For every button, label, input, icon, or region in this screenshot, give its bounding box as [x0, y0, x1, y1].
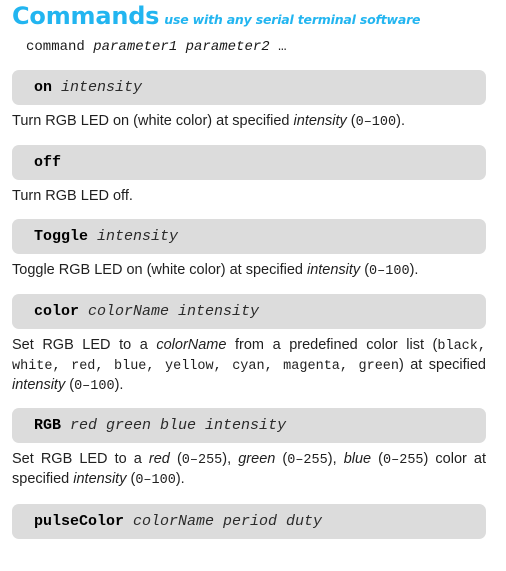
command-arguments: colorName period duty [133, 513, 323, 530]
description-fragment: from a predefined color list ( [226, 336, 438, 353]
description-fragment: ). [396, 113, 405, 130]
command-signature-bar[interactable]: off [12, 145, 486, 180]
description-fragment: green [238, 451, 276, 468]
description-fragment: ( [360, 262, 370, 279]
description-fragment: ( [65, 376, 75, 393]
command-description: Turn RGB LED on (white color) at specifi… [12, 112, 486, 132]
command-signature-bar[interactable]: color colorName intensity [12, 293, 486, 329]
command-section: pulseColor colorName period duty [0, 504, 506, 539]
description-fragment: ( [275, 451, 288, 468]
syntax-usage-line: command parameter1 parameter2 … [26, 38, 506, 56]
command-section: on intensity Turn RGB LED on (white color… [0, 70, 506, 132]
description-fragment: Turn RGB LED on (white color) at specifi… [12, 113, 294, 130]
description-fragment: Toggle RGB LED on (white color) at speci… [12, 262, 307, 279]
description-fragment: Set RGB LED to a [12, 336, 157, 353]
command-name: off [34, 154, 62, 171]
description-fragment: 0–100 [369, 264, 410, 280]
syntax-command-token: command [26, 39, 85, 55]
command-name: on [34, 79, 53, 97]
description-fragment: ( [169, 451, 182, 468]
description-fragment: intensity [12, 376, 66, 393]
page-header: Commands use with any serial terminal sof… [0, 0, 506, 28]
command-description: Set RGB LED to a colorName from a predef… [12, 336, 486, 395]
command-section: Toggle intensity Toggle RGB LED on (white… [0, 219, 506, 281]
command-description: Turn RGB LED off. [12, 187, 486, 206]
description-fragment: 0–100 [135, 473, 176, 489]
description-fragment: 0–255 [383, 453, 424, 469]
description-fragment: Turn RGB LED off. [12, 188, 133, 204]
command-arguments: red green blue intensity [70, 417, 287, 435]
description-fragment: blue [343, 451, 372, 468]
syntax-parameters-token: parameter1 parameter2 [93, 39, 270, 55]
command-name: Toggle [34, 228, 89, 246]
command-section: color colorName intensity Set RGB LED to … [0, 293, 506, 395]
command-description: Toggle RGB LED on (white color) at speci… [12, 261, 486, 281]
command-signature-bar[interactable]: Toggle intensity [12, 219, 486, 255]
description-fragment: intensity [73, 471, 127, 488]
description-fragment: ( [126, 471, 136, 488]
command-name: RGB [34, 417, 62, 435]
command-signature-bar[interactable]: RGB red green blue intensity [12, 408, 486, 444]
description-fragment: intensity [293, 113, 347, 130]
commands-reference-page: Commands use with any serial terminal sof… [0, 0, 506, 571]
description-fragment: ), [222, 451, 239, 468]
description-fragment: 0–100 [74, 378, 115, 394]
page-subtitle: use with any serial terminal software [164, 12, 421, 27]
description-fragment: 0–255 [287, 453, 328, 469]
command-signature-bar[interactable]: on intensity [12, 70, 486, 106]
description-fragment: ). [409, 262, 419, 279]
syntax-ellipsis: … [278, 39, 287, 55]
description-fragment: colorName [156, 336, 227, 353]
command-name: color [34, 302, 80, 320]
command-arguments: intensity [61, 79, 143, 97]
command-section: RGB red green blue intensity Set RGB LED … [0, 408, 506, 490]
command-arguments: colorName intensity [88, 302, 260, 320]
command-name: pulseColor [34, 513, 125, 530]
command-list: on intensity Turn RGB LED on (white color… [0, 56, 506, 539]
command-section: off Turn RGB LED off. [0, 145, 506, 206]
description-fragment: intensity [306, 262, 361, 279]
description-fragment: ( [371, 451, 384, 468]
command-description: Set RGB LED to a red (0–255), green (0–2… [12, 450, 486, 490]
description-fragment: ). [175, 471, 185, 488]
description-fragment: ), [327, 451, 344, 468]
description-fragment: 0–255 [181, 453, 223, 469]
description-fragment: ). [114, 376, 124, 393]
page-title: Commands [12, 2, 160, 30]
command-signature-bar[interactable]: pulseColor colorName period duty [12, 504, 486, 539]
description-fragment: Set RGB LED to a [12, 451, 149, 468]
command-arguments: intensity [97, 228, 179, 246]
description-fragment: 0–100 [355, 115, 397, 131]
description-fragment: red [148, 451, 170, 468]
description-fragment: ( [346, 113, 356, 130]
description-fragment: ) at specified [399, 356, 486, 373]
